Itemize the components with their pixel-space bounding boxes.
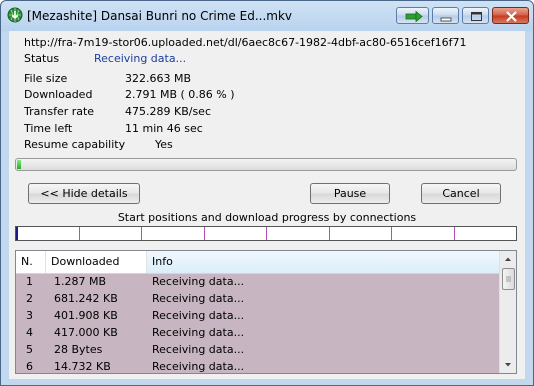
field-value: 11 min 46 sec	[125, 122, 203, 135]
field-label: Transfer rate	[24, 105, 95, 118]
dialog-body: http://fra-7m19-stor06.uploaded.net/dl/6…	[9, 31, 525, 379]
pause-button[interactable]: Pause	[310, 183, 390, 204]
field-value: 475.289 KB/sec	[125, 105, 211, 118]
cell-number: 5	[26, 343, 33, 356]
maximize-icon	[471, 12, 482, 21]
field-value: Yes	[155, 138, 173, 151]
scroll-up-button[interactable]	[500, 251, 516, 267]
cell-number: 3	[26, 309, 33, 322]
scroll-down-button[interactable]	[500, 357, 516, 373]
idm-globe-icon	[7, 7, 23, 23]
go-button[interactable]	[396, 7, 429, 24]
field-label: Time left	[24, 122, 73, 135]
field-value: 322.663 MB	[125, 72, 192, 85]
field-label: Resume capability	[24, 138, 126, 151]
table-row[interactable]: 6 14.732 KB Receiving data...	[16, 358, 500, 373]
cell-info: Receiving data...	[152, 292, 245, 305]
close-button[interactable]	[492, 7, 529, 24]
field-value: 2.791 MB ( 0.86 % )	[125, 88, 235, 101]
cell-info: Receiving data...	[152, 309, 245, 322]
connections-caption: Start positions and download progress by…	[117, 211, 417, 224]
field-label: File size	[24, 72, 68, 85]
progress-fill	[17, 160, 21, 169]
maximize-button[interactable]	[462, 7, 489, 24]
status-value: Receiving data...	[94, 52, 187, 65]
go-icon	[405, 10, 423, 23]
table-row[interactable]: 5 28 Bytes Receiving data...	[16, 341, 500, 358]
connection-start-marker	[204, 227, 205, 240]
connection-start-marker	[79, 227, 80, 240]
window-title: [Mezashite] Dansai Bunri no Crime Ed...m…	[27, 9, 293, 23]
close-icon	[506, 11, 517, 22]
cell-number: 4	[26, 326, 33, 339]
minimize-button[interactable]	[432, 7, 459, 24]
cell-number: 2	[26, 292, 33, 305]
cell-info: Receiving data...	[152, 275, 245, 288]
table-header: N. Downloaded Info	[16, 251, 500, 274]
chevron-down-icon	[505, 363, 511, 367]
column-header-downloaded[interactable]: Downloaded	[46, 251, 147, 273]
connection-start-marker	[329, 227, 330, 240]
cell-downloaded: 681.242 KB	[54, 292, 118, 305]
table-scrollbar[interactable]	[499, 251, 516, 373]
cell-info: Receiving data...	[152, 326, 245, 339]
cell-info: Receiving data...	[152, 343, 245, 356]
grip-icon	[506, 276, 511, 282]
download-progress-bar	[15, 158, 517, 171]
connection-start-marker	[391, 227, 392, 240]
column-header-number[interactable]: N.	[16, 251, 46, 273]
scroll-thumb[interactable]	[502, 268, 515, 290]
cancel-button[interactable]: Cancel	[421, 183, 501, 204]
cell-info: Receiving data...	[152, 360, 245, 373]
connections-progress-bar	[15, 226, 517, 241]
chevron-up-icon	[505, 257, 511, 261]
table-row[interactable]: 4 417.000 KB Receiving data...	[16, 324, 500, 341]
status-label: Status	[24, 52, 60, 65]
connections-table: N. Downloaded Info 1 1.287 MB Receiving …	[15, 250, 517, 374]
field-label: Downloaded	[24, 88, 93, 101]
column-header-info[interactable]: Info	[147, 251, 500, 273]
cell-number: 1	[26, 275, 33, 288]
cell-number: 6	[26, 360, 33, 373]
table-row[interactable]: 3 401.908 KB Receiving data...	[16, 307, 500, 324]
download-window: [Mezashite] Dansai Bunri no Crime Ed...m…	[0, 0, 534, 386]
table-body: 1 1.287 MB Receiving data... 2 681.242 K…	[16, 273, 500, 373]
connection-start-marker	[266, 227, 267, 240]
download-url: http://fra-7m19-stor06.uploaded.net/dl/6…	[24, 36, 467, 49]
cell-downloaded: 14.732 KB	[54, 360, 111, 373]
cell-downloaded: 401.908 KB	[54, 309, 118, 322]
title-bar[interactable]: [Mezashite] Dansai Bunri no Crime Ed...m…	[1, 1, 533, 31]
minimize-icon	[440, 17, 452, 22]
table-row[interactable]: 1 1.287 MB Receiving data...	[16, 273, 500, 290]
cell-downloaded: 28 Bytes	[54, 343, 103, 356]
connection-start-marker	[141, 227, 142, 240]
table-row[interactable]: 2 681.242 KB Receiving data...	[16, 290, 500, 307]
cell-downloaded: 1.287 MB	[54, 275, 107, 288]
cell-downloaded: 417.000 KB	[54, 326, 118, 339]
connection-start-marker	[454, 227, 455, 240]
hide-details-button[interactable]: << Hide details	[28, 183, 140, 204]
connection-progress-marker	[16, 227, 18, 240]
